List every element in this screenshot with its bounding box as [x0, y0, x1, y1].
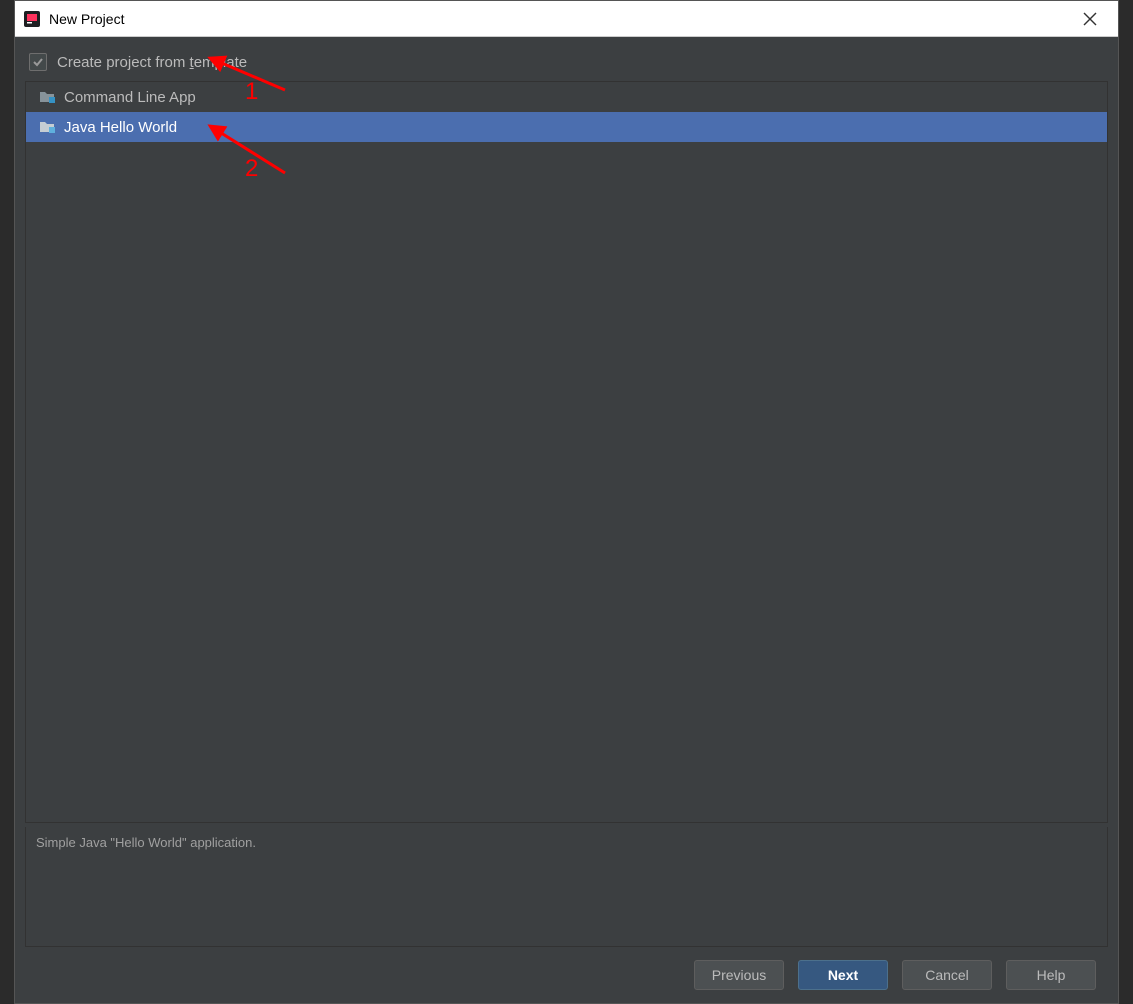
- template-item-label: Java Hello World: [64, 119, 177, 136]
- template-item-command-line-app[interactable]: Command Line App: [26, 82, 1107, 112]
- next-button[interactable]: Next: [798, 960, 888, 990]
- label-prefix: Create project from: [57, 54, 190, 71]
- label-suffix: emplate: [194, 54, 247, 71]
- help-button[interactable]: Help: [1006, 960, 1096, 990]
- close-icon: [1083, 12, 1097, 26]
- titlebar: New Project: [15, 1, 1118, 37]
- close-button[interactable]: [1070, 1, 1110, 37]
- new-project-dialog: New Project Create project from template: [14, 0, 1119, 1004]
- description-text: Simple Java "Hello World" application.: [36, 835, 1097, 850]
- template-list: Command Line App Java Hello World: [25, 81, 1108, 823]
- window-title: New Project: [49, 11, 1070, 27]
- checkmark-icon: [32, 56, 44, 68]
- previous-button[interactable]: Previous: [694, 960, 784, 990]
- create-from-template-row: Create project from template: [25, 47, 1108, 81]
- template-item-label: Command Line App: [64, 89, 196, 106]
- dialog-body: Create project from template Command Lin…: [15, 37, 1118, 1003]
- cancel-button[interactable]: Cancel: [902, 960, 992, 990]
- button-bar: Previous Next Cancel Help: [25, 947, 1108, 1003]
- template-item-java-hello-world[interactable]: Java Hello World: [26, 112, 1107, 142]
- app-icon: [23, 10, 41, 28]
- folder-icon: [40, 90, 56, 104]
- create-from-template-checkbox[interactable]: [29, 53, 47, 71]
- description-panel: Simple Java "Hello World" application.: [25, 827, 1108, 947]
- folder-icon: [40, 120, 56, 134]
- create-from-template-label[interactable]: Create project from template: [57, 54, 247, 71]
